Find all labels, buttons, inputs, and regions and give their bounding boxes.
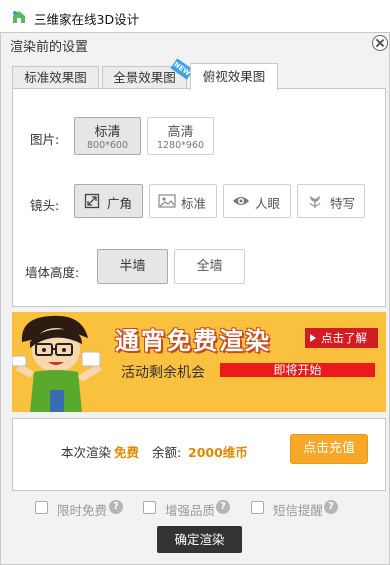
app-logo-icon [13,11,25,23]
flower-icon [309,196,321,208]
help-icon[interactable]: ? [324,500,338,514]
help-icon[interactable]: ? [216,500,230,514]
promo-banner[interactable]: 通宵免费渲染 点击了解 活动剩余机会 即将开始 [12,312,386,412]
banner-status-bar: 即将开始 [220,363,375,377]
window-titlebar: 三维家在线3D设计 [0,0,390,32]
confirm-render-button[interactable]: 确定渲染 [157,526,242,553]
banner-learn-more-button[interactable]: 点击了解 [305,328,378,348]
quality-sd-option[interactable]: 标清 800*600 [74,117,141,155]
dialog-title: 渲染前的设置 [10,40,89,55]
close-icon[interactable] [372,35,388,51]
options-row: 限时免费 ? 增强品质 ? 短信提醒 ? [1,499,389,519]
banner-title: 通宵免费渲染 [115,327,271,355]
help-icon[interactable]: ? [109,500,123,514]
lens-wide-option[interactable]: 广角 [74,184,143,218]
settings-panel: 图片: 标清 800*600 高清 1280*960 镜头: 广角 标准 人眼 … [12,88,386,307]
lens-standard-label: 标准 [181,196,207,211]
wall-full-option[interactable]: 全墙 [174,249,245,284]
balance-label: 余额: [152,445,182,460]
render-cost-panel: 本次渲染 免费 余额: 2000维币 点击充值 [12,418,386,491]
quality-hd-option[interactable]: 高清 1280*960 [147,117,214,155]
image-icon [158,194,176,208]
lens-label: 镜头: [30,198,60,213]
quality-hd-label: 高清 [167,125,194,140]
lens-closeup-label: 特写 [330,196,356,211]
image-quality-label: 图片: [30,132,60,147]
lens-human-eye-label: 人眼 [255,196,281,211]
cartoon-mascot-icon [12,312,108,412]
lens-wide-label: 广角 [107,196,133,211]
quality-sd-label: 标清 [94,125,121,140]
recharge-button[interactable]: 点击充值 [290,434,368,464]
tab-standard-render[interactable]: 标准效果图 [12,66,99,89]
banner-cta-label: 点击了解 [321,331,367,345]
tab-top-view-render[interactable]: 俯视效果图 [190,63,278,90]
wall-half-option[interactable]: 半墙 [97,249,168,284]
lens-human-eye-option[interactable]: 人眼 [223,184,291,218]
checkbox-box[interactable] [143,501,156,514]
lens-closeup-option[interactable]: 特写 [297,184,365,218]
view-tabs: 标准效果图 全景效果图 NEW 俯视效果图 [12,58,386,90]
quality-hd-resolution: 1280*960 [156,140,205,151]
dialog-header: 渲染前的设置 [1,33,389,55]
wide-angle-icon [84,193,100,209]
balance-value: 2000维币 [188,445,248,460]
checkbox-box[interactable] [251,501,264,514]
checkbox-box[interactable] [35,501,48,514]
render-settings-dialog: 渲染前的设置 标准效果图 全景效果图 NEW 俯视效果图 图片: 标清 800*… [0,32,390,565]
cost-label: 本次渲染 [61,445,112,460]
sms-reminder-label: 短信提醒 [273,503,324,518]
lens-standard-option[interactable]: 标准 [149,184,217,218]
cost-free-value: 免费 [114,445,140,460]
enhance-quality-label: 增强品质 [165,503,216,518]
eye-icon [233,197,249,205]
banner-subtitle: 活动剩余机会 [121,365,205,381]
quality-sd-resolution: 800*600 [86,140,128,151]
play-arrow-icon [310,334,316,342]
wall-height-label: 墙体高度: [25,265,80,280]
window-title: 三维家在线3D设计 [34,12,140,27]
limited-free-label: 限时免费 [57,503,108,518]
